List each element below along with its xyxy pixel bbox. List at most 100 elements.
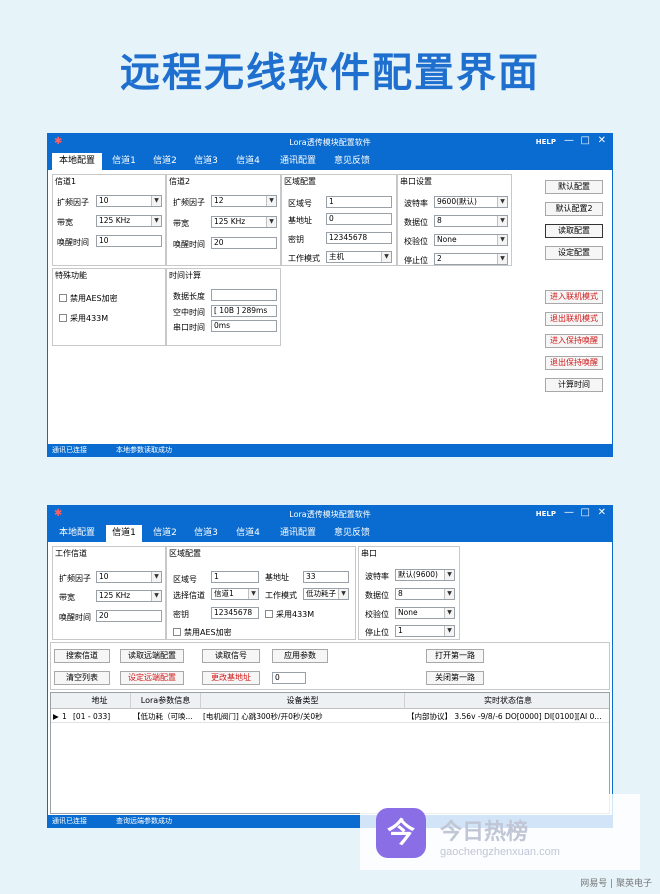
tab-content-local: 信道1 扩频因子 10 ▼ 带宽 125 KHz ▼ 唤醒时间 10 信道2 扩频因… bbox=[48, 170, 612, 444]
chevron-down-icon: ▼ bbox=[266, 217, 276, 227]
tab-channel-3[interactable]: 信道3 bbox=[188, 153, 224, 170]
help-button[interactable]: HELP bbox=[536, 138, 556, 146]
chevron-down-icon: ▼ bbox=[497, 235, 507, 245]
select-channel-select[interactable]: 信道1 ▼ bbox=[211, 588, 259, 600]
exit-online-mode-button[interactable]: 退出联机模式 bbox=[545, 312, 603, 326]
base-address-input[interactable]: 33 bbox=[303, 571, 349, 583]
stop-bits-select[interactable]: 2 ▼ bbox=[434, 253, 508, 265]
zone-input[interactable]: 1 bbox=[326, 196, 392, 208]
minimize-icon[interactable]: — bbox=[564, 507, 574, 518]
close-icon[interactable]: ✕ bbox=[598, 135, 606, 146]
tab-channel-1[interactable]: 信道1 bbox=[106, 525, 142, 542]
calc-time-button[interactable]: 计算时间 bbox=[545, 378, 603, 392]
baud-select[interactable]: 9600(默认) ▼ bbox=[434, 196, 508, 208]
data-length-input[interactable] bbox=[211, 289, 277, 301]
aes-disable-checkbox[interactable]: 禁用AES加密 bbox=[173, 627, 232, 638]
tab-channel-2[interactable]: 信道2 bbox=[147, 153, 183, 170]
default-config2-button[interactable]: 默认配置2 bbox=[545, 202, 603, 216]
col-header-lora[interactable]: Lora参数信息 bbox=[131, 693, 201, 709]
open-first-channel-button[interactable]: 打开第一路 bbox=[426, 649, 484, 663]
page-headline: 远程无线软件配置界面 bbox=[120, 50, 540, 96]
chevron-down-icon: ▼ bbox=[444, 608, 454, 618]
col-header-realtime-state[interactable]: 实时状态信息 bbox=[405, 693, 611, 709]
baud-select[interactable]: 默认(9600) ▼ bbox=[395, 569, 455, 581]
tab-feedback[interactable]: 意见反馈 bbox=[328, 153, 376, 170]
zone-label: 区域号 bbox=[288, 199, 312, 208]
tab-bar: 本地配置 信道1 信道2 信道3 信道4 通讯配置 意见反馈 bbox=[48, 151, 612, 170]
work-mode-select[interactable]: 低功耗子 ▼ bbox=[303, 588, 349, 600]
read-signal-button[interactable]: 读取信号 bbox=[202, 649, 260, 663]
maximize-icon[interactable]: □ bbox=[581, 135, 590, 146]
group-special-functions: 特殊功能 禁用AES加密 采用433M bbox=[52, 268, 166, 346]
wake-input[interactable]: 20 bbox=[96, 610, 162, 622]
parity-label: 校验位 bbox=[404, 237, 428, 246]
group-title: 串口设置 bbox=[400, 177, 432, 186]
help-button[interactable]: HELP bbox=[536, 510, 556, 518]
key-input[interactable]: 12345678 bbox=[326, 232, 392, 244]
wake-input[interactable]: 20 bbox=[211, 237, 277, 249]
cell-realtime-state: 【内部协议】 3.56v -9/8/-6 DO[0000] DI[0100][A… bbox=[407, 712, 602, 721]
work-mode-select[interactable]: 主机 ▼ bbox=[326, 251, 392, 263]
tab-comm-config[interactable]: 通讯配置 bbox=[274, 153, 322, 170]
tab-local-config[interactable]: 本地配置 bbox=[52, 153, 102, 170]
wake-input[interactable]: 10 bbox=[96, 235, 162, 247]
parity-select[interactable]: None ▼ bbox=[434, 234, 508, 246]
parity-select[interactable]: None ▼ bbox=[395, 607, 455, 619]
stop-bits-select[interactable]: 1 ▼ bbox=[395, 625, 455, 637]
aes-disable-checkbox[interactable]: 禁用AES加密 bbox=[59, 293, 118, 304]
close-first-channel-button[interactable]: 关闭第一路 bbox=[426, 671, 484, 685]
chevron-down-icon: ▼ bbox=[444, 570, 454, 580]
base-address-value-input[interactable]: 0 bbox=[272, 672, 306, 684]
minimize-icon[interactable]: — bbox=[564, 135, 574, 146]
title-bar: ✱ Lora透传模块配置软件 HELP — □ ✕ bbox=[48, 506, 612, 523]
read-remote-config-button[interactable]: 读取远端配置 bbox=[120, 649, 184, 663]
set-remote-config-button[interactable]: 设定远端配置 bbox=[120, 671, 184, 685]
zone-input[interactable]: 1 bbox=[211, 571, 259, 583]
tab-channel-2[interactable]: 信道2 bbox=[147, 525, 183, 542]
work-mode-label: 工作模式 bbox=[288, 254, 320, 263]
sf-label: 扩频因子 bbox=[173, 198, 205, 207]
enter-keep-awake-button[interactable]: 进入保持唤醒 bbox=[545, 334, 603, 348]
exit-keep-awake-button[interactable]: 退出保持唤醒 bbox=[545, 356, 603, 370]
stop-bits-label: 停止位 bbox=[365, 628, 389, 637]
close-icon[interactable]: ✕ bbox=[598, 507, 606, 518]
bw-select[interactable]: 125 KHz ▼ bbox=[211, 216, 277, 228]
enter-online-mode-button[interactable]: 进入联机模式 bbox=[545, 290, 603, 304]
base-address-input[interactable]: 0 bbox=[326, 213, 392, 225]
sf-select[interactable]: 12 ▼ bbox=[211, 195, 277, 207]
parity-label: 校验位 bbox=[365, 610, 389, 619]
tab-channel-3[interactable]: 信道3 bbox=[188, 525, 224, 542]
sf-label: 扩频因子 bbox=[59, 574, 91, 583]
tab-channel-4[interactable]: 信道4 bbox=[230, 153, 266, 170]
data-bits-select[interactable]: 8 ▼ bbox=[434, 215, 508, 227]
chevron-down-icon: ▼ bbox=[248, 589, 258, 599]
set-config-button[interactable]: 设定配置 bbox=[545, 246, 603, 260]
change-base-address-button[interactable]: 更改基地址 bbox=[202, 671, 260, 685]
base-address-label: 基地址 bbox=[265, 573, 289, 582]
key-input[interactable]: 12345678 bbox=[211, 607, 259, 619]
default-config-button[interactable]: 默认配置 bbox=[545, 180, 603, 194]
tab-comm-config[interactable]: 通讯配置 bbox=[274, 525, 322, 542]
clear-list-button[interactable]: 清空列表 bbox=[54, 671, 110, 685]
data-bits-label: 数据位 bbox=[404, 218, 428, 227]
bw-select[interactable]: 125 KHz ▼ bbox=[96, 215, 162, 227]
maximize-icon[interactable]: □ bbox=[581, 507, 590, 518]
tab-feedback[interactable]: 意见反馈 bbox=[328, 525, 376, 542]
sf-select[interactable]: 10 ▼ bbox=[96, 195, 162, 207]
status-message: 查询远端参数成功 bbox=[116, 817, 172, 825]
use-433m-checkbox[interactable]: 采用433M bbox=[59, 313, 108, 324]
data-bits-select[interactable]: 8 ▼ bbox=[395, 588, 455, 600]
tab-local-config[interactable]: 本地配置 bbox=[52, 525, 102, 542]
tab-channel-4[interactable]: 信道4 bbox=[230, 525, 266, 542]
use-433m-checkbox[interactable]: 采用433M bbox=[265, 609, 314, 620]
sf-select[interactable]: 10 ▼ bbox=[96, 571, 162, 583]
data-length-label: 数据长度 bbox=[173, 292, 205, 301]
tab-channel-1[interactable]: 信道1 bbox=[106, 153, 142, 170]
apply-params-button[interactable]: 应用参数 bbox=[272, 649, 328, 663]
bw-select[interactable]: 125 KHz ▼ bbox=[96, 590, 162, 602]
read-config-button[interactable]: 读取配置 bbox=[545, 224, 603, 238]
table-row[interactable]: ▶ 1 [01 - 033] 【低功耗（可唤... [电机阀门] 心跳300秒/… bbox=[51, 710, 609, 723]
search-channel-button[interactable]: 搜索信道 bbox=[54, 649, 110, 663]
col-header-device-type[interactable]: 设备类型 bbox=[201, 693, 405, 709]
col-header-addr[interactable]: 地址 bbox=[69, 693, 131, 709]
